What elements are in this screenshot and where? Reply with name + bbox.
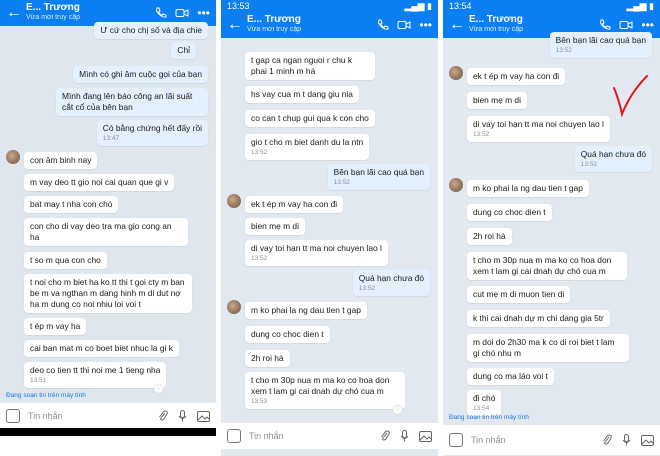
message-bubble-incoming[interactable]: t cho m 30p nua m ma ko co hoa don xem t… bbox=[467, 252, 627, 280]
message-bubble-incoming[interactable]: cut mẹ m di muon tien di bbox=[467, 286, 571, 303]
message-bubble-incoming[interactable]: co can t chup gui qua k con cho bbox=[245, 110, 375, 127]
emoji-icon[interactable] bbox=[227, 429, 241, 443]
attach-icon[interactable] bbox=[380, 430, 390, 442]
message-input-bar: Tin nhắn bbox=[0, 402, 216, 429]
typing-indicator: Đang soạn tin trên máy tính bbox=[6, 392, 86, 399]
message-bubble-incoming[interactable]: dung co choc dien t bbox=[467, 204, 552, 221]
back-arrow-icon[interactable]: ← bbox=[6, 4, 22, 22]
contact-avatar[interactable] bbox=[449, 178, 463, 192]
phone-icon[interactable] bbox=[377, 19, 389, 31]
mic-icon[interactable] bbox=[622, 434, 631, 446]
contact-name: E... Trương bbox=[469, 14, 523, 25]
video-icon[interactable] bbox=[397, 19, 411, 31]
message-bubble-incoming[interactable]: k thi cai dnah dự m chi dang gia 5tr bbox=[467, 310, 610, 327]
message-bubble-incoming[interactable]: dung co ma láo voi t bbox=[467, 368, 554, 385]
message-bubble-incoming[interactable]: dung co choc dien t bbox=[245, 326, 330, 343]
message-bubble-incoming[interactable]: t so m qua con cho bbox=[24, 252, 107, 269]
back-arrow-icon[interactable]: ← bbox=[227, 16, 243, 34]
phone-screenshot-2: 13:53 ▂▄▆ ▮ ← E... Trương Vừa mới truy cậ… bbox=[221, 0, 438, 456]
status-bar: 13:53 ▂▄▆ ▮ bbox=[221, 0, 438, 12]
message-bubble-incoming[interactable]: m vay deo tt gio noi cai quan que gi v bbox=[24, 174, 175, 191]
message-input[interactable]: Tin nhắn bbox=[471, 435, 602, 445]
message-bubble-incoming[interactable]: di vay toi hạn tt ma noi chuyen lao l 13:… bbox=[245, 240, 388, 266]
message-bubble-outgoing[interactable]: Bên bạn lãi cao quá bạn 13:52 bbox=[549, 32, 652, 58]
message-bubble-incoming[interactable]: deo co tien tt thi noi me 1 tieng nha 13:… bbox=[24, 362, 167, 393]
mic-icon[interactable] bbox=[400, 430, 409, 442]
message-bubble-outgoing[interactable]: Ư cứ cho chị số và địa chie bbox=[94, 22, 208, 39]
system-navbar bbox=[0, 428, 216, 436]
status-time: 13:53 bbox=[227, 1, 250, 11]
image-icon[interactable] bbox=[641, 434, 654, 446]
message-bubble-incoming[interactable]: t ép m vay ha bbox=[24, 318, 87, 335]
status-icons: ▂▄▆ ▮ bbox=[404, 1, 432, 11]
message-bubble-incoming[interactable]: con cho di vay deo tra ma gio cong an ha bbox=[24, 218, 188, 246]
message-bubble-incoming[interactable]: di vay toi hạn tt ma noi chuyen lao l 13:… bbox=[467, 116, 610, 142]
phone-icon[interactable] bbox=[599, 19, 611, 31]
message-list: Ư cứ cho chị số và địa chie Chỉ Mình có … bbox=[0, 22, 216, 393]
message-bubble-outgoing[interactable]: Quá hạn chưa đó 13:52 bbox=[574, 146, 652, 172]
message-bubble-incoming[interactable]: 2h roi há bbox=[467, 228, 512, 245]
reaction-icon[interactable]: ♡ bbox=[154, 384, 164, 393]
message-bubble-incoming[interactable]: đi chó 13:54 bbox=[467, 390, 502, 416]
phone-screenshot-3: 13:54 ▂▄▆ ▮ ← E... Trương Vừa mới truy cậ… bbox=[443, 0, 660, 456]
reaction-icon[interactable]: ♡ bbox=[393, 405, 402, 414]
message-bubble-outgoing[interactable]: Chỉ bbox=[171, 42, 196, 59]
more-icon[interactable]: ••• bbox=[641, 19, 654, 31]
message-bubble-incoming[interactable]: ek t ép m vay ha con đi bbox=[467, 68, 566, 85]
contact-name: E... Trương bbox=[247, 14, 301, 25]
message-bubble-incoming[interactable]: hs vay cua m t dang giu nia bbox=[245, 86, 359, 103]
message-bubble-incoming[interactable]: t noi cho m biet ha ko tt thi t goi cty … bbox=[24, 274, 192, 313]
video-icon[interactable] bbox=[619, 19, 633, 31]
video-icon[interactable] bbox=[175, 7, 189, 19]
checkmark-annotation bbox=[613, 75, 648, 118]
emoji-icon[interactable] bbox=[449, 433, 463, 447]
attach-icon[interactable] bbox=[602, 434, 612, 446]
chat-header: ← E... Trương Vừa mới truy cập ••• bbox=[221, 12, 438, 38]
contact-avatar[interactable] bbox=[449, 66, 463, 80]
status-bar: 13:54 ▂▄▆ ▮ bbox=[443, 0, 660, 12]
contact-avatar[interactable] bbox=[227, 300, 241, 314]
message-bubble-outgoing[interactable]: Bên bạn lãi cao quá bạn 13:52 bbox=[327, 164, 430, 190]
emoji-icon[interactable] bbox=[6, 409, 20, 423]
message-bubble-incoming[interactable]: 2h roi há bbox=[245, 350, 290, 367]
contact-avatar[interactable] bbox=[6, 150, 20, 164]
message-bubble-incoming[interactable]: bat may t nha con chó bbox=[24, 196, 119, 213]
message-bubble-incoming[interactable]: t cho m 30p nua m ma ko co hoa don xem t… bbox=[245, 372, 405, 414]
message-bubble-outgoing[interactable]: Có bằng chứng hết đấy rồi 13:47 bbox=[96, 120, 208, 146]
contact-avatar[interactable] bbox=[227, 194, 241, 208]
message-bubble-incoming[interactable]: m doi do 2h30 ma k co di roi biet t lam … bbox=[467, 334, 629, 362]
message-bubble-incoming[interactable]: m ko phai la ng dau tien t gap bbox=[245, 302, 367, 319]
status-time: 13:54 bbox=[449, 1, 472, 11]
message-bubble-incoming[interactable]: t gap ca ngan nguoi r chu k phai 1 minh … bbox=[245, 52, 375, 80]
message-bubble-incoming[interactable]: gio t cho m biet danh du la ntn 13:52 bbox=[245, 134, 370, 160]
message-bubble-incoming[interactable]: bien mẹ m di bbox=[467, 92, 527, 109]
message-bubble-outgoing[interactable]: Mình đang lên báo công an lãi suất cắt c… bbox=[56, 88, 208, 116]
image-icon[interactable] bbox=[197, 410, 210, 422]
message-bubble-incoming[interactable]: ek t ép m vay ha con đi bbox=[245, 196, 344, 213]
message-list: t gap ca ngan nguoi r chu k phai 1 minh … bbox=[221, 38, 438, 416]
message-bubble-incoming[interactable]: bien mẹ m di bbox=[245, 218, 305, 235]
message-input[interactable]: Tin nhắn bbox=[28, 411, 158, 421]
attach-icon[interactable] bbox=[158, 410, 168, 422]
typing-indicator: Đang soạn tin trên máy tính bbox=[449, 414, 529, 421]
contact-name: E... Trương bbox=[26, 2, 80, 13]
message-input[interactable]: Tin nhắn bbox=[249, 431, 380, 441]
mic-icon[interactable] bbox=[178, 410, 187, 422]
message-input-bar: Tin nhắn bbox=[443, 424, 660, 455]
message-bubble-incoming[interactable]: m ko phai la ng dau tien t gap bbox=[467, 180, 589, 197]
message-bubble-incoming[interactable]: con âm binh nay bbox=[24, 152, 98, 169]
message-bubble-outgoing[interactable]: Quá hạn chưa đó 13:52 bbox=[352, 270, 430, 296]
back-arrow-icon[interactable]: ← bbox=[449, 16, 465, 34]
more-icon[interactable]: ••• bbox=[419, 19, 432, 31]
message-bubble-incoming[interactable]: cai ban mat m co boet biet nhuc la gi k bbox=[24, 340, 179, 357]
phone-screenshot-1: ← E... Trương Vừa mới truy cập ••• Ư cứ … bbox=[0, 0, 216, 436]
image-icon[interactable] bbox=[419, 430, 432, 442]
contact-status: Vừa mới truy cập bbox=[247, 26, 302, 33]
phone-icon[interactable] bbox=[155, 7, 167, 19]
message-input-bar: Tin nhắn bbox=[221, 422, 438, 449]
message-list: Bên bạn lãi cao quá bạn 13:52 ek t ép m v… bbox=[443, 32, 660, 416]
message-bubble-outgoing[interactable]: Mình có ghi âm cuộc gọi của bạn bbox=[73, 66, 208, 83]
status-icons: ▂▄▆ ▮ bbox=[626, 1, 654, 11]
more-icon[interactable]: ••• bbox=[197, 7, 210, 19]
